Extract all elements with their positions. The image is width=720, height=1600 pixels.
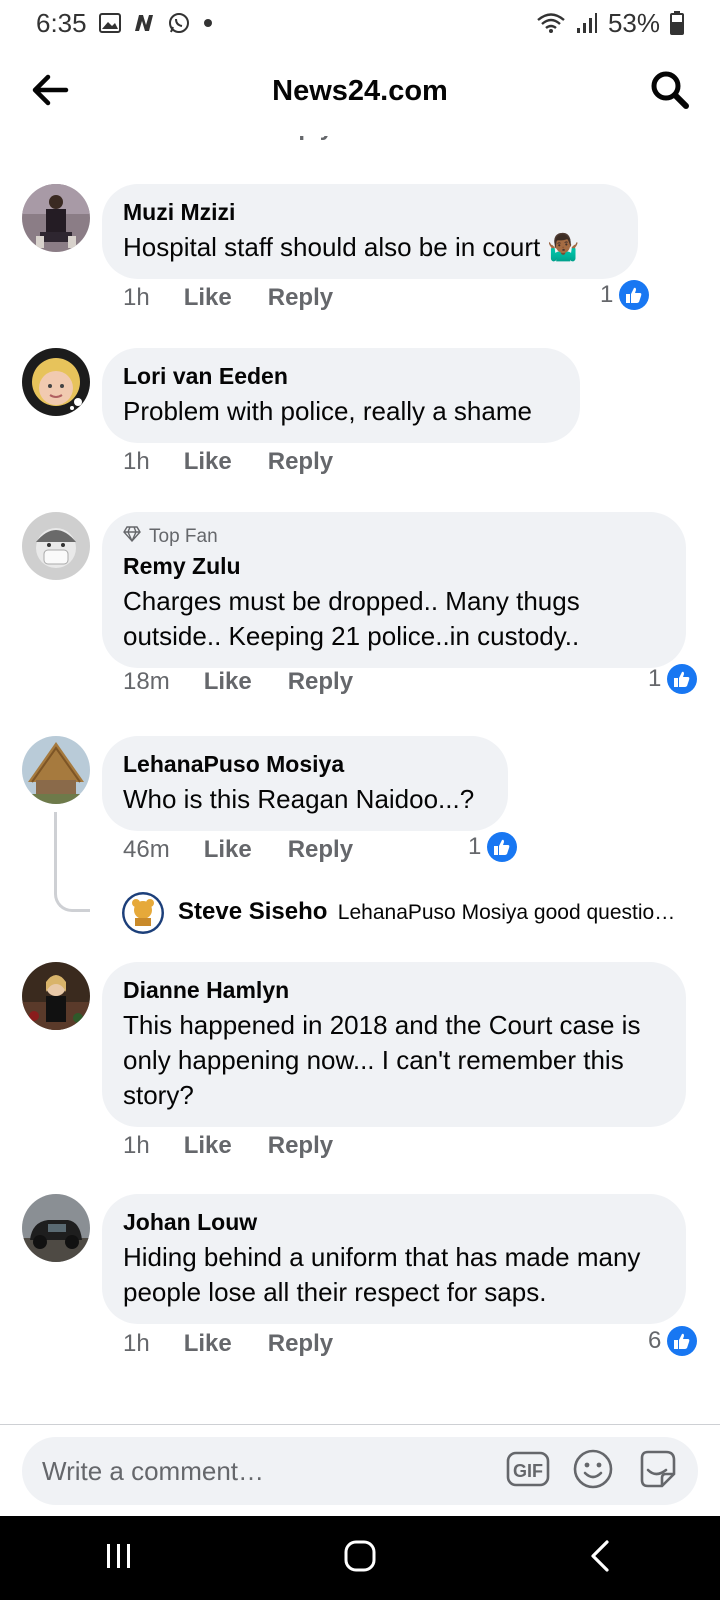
reactions[interactable]: 1 bbox=[468, 832, 518, 862]
page-title: News24.com bbox=[272, 74, 448, 107]
top-fan-badge: Top Fan bbox=[123, 526, 666, 548]
comment-composer-bar: Write a comment… GIF bbox=[0, 1424, 720, 1516]
thumbs-up-icon bbox=[667, 664, 698, 694]
comment-text: Charges must be dropped.. Many thugs out… bbox=[123, 586, 580, 651]
reaction-count: 1 bbox=[648, 665, 662, 692]
reaction-count: 6 bbox=[648, 1327, 662, 1354]
reply-preview[interactable]: Steve Siseho LehanaPuso Mosiya good ques… bbox=[0, 890, 720, 940]
avatar[interactable] bbox=[22, 1194, 90, 1262]
reactions[interactable]: 1 bbox=[648, 664, 698, 694]
gif-icon[interactable]: GIF bbox=[506, 1449, 550, 1494]
system-nav-bar bbox=[0, 1516, 720, 1600]
comment-actions: 46m Like Reply bbox=[123, 836, 389, 864]
comment-text: This happened in 2018 and the Court case… bbox=[123, 1010, 641, 1110]
reaction-count: 1 bbox=[600, 281, 614, 308]
sticker-icon[interactable] bbox=[636, 1448, 678, 1495]
like-action[interactable]: Like bbox=[184, 284, 232, 312]
comment-author[interactable]: Remy Zulu bbox=[123, 552, 666, 580]
app-header: News24.com bbox=[0, 46, 720, 136]
comment-time: 1h bbox=[123, 1132, 150, 1159]
comment-bubble[interactable]: Dianne Hamlyn This happened in 2018 and … bbox=[102, 962, 686, 1127]
avatar[interactable] bbox=[22, 348, 90, 416]
reply-action[interactable]: Reply bbox=[268, 1330, 333, 1358]
reply-text: LehanaPuso Mosiya good questio… bbox=[337, 901, 676, 924]
comment-bubble[interactable]: Top Fan Remy Zulu Charges must be droppe… bbox=[102, 512, 686, 668]
thumbs-up-icon bbox=[487, 832, 518, 862]
like-action[interactable]: Like bbox=[204, 836, 252, 864]
comment-placeholder[interactable]: Write a comment… bbox=[42, 1456, 506, 1487]
comment-text: Who is this Reagan Naidoo...? bbox=[123, 784, 475, 814]
search-icon[interactable] bbox=[648, 68, 692, 112]
comment-time: 18m bbox=[123, 668, 170, 695]
comments-feed[interactable]: 1h Like Reply 2 Muzi Mzizi Hospital staf… bbox=[0, 110, 720, 1424]
reaction-count: 1 bbox=[468, 833, 482, 860]
top-fan-label: Top Fan bbox=[149, 526, 218, 547]
diamond-icon bbox=[123, 526, 141, 548]
like-action[interactable]: Like bbox=[184, 1132, 232, 1160]
battery-icon bbox=[670, 11, 684, 35]
comment-author[interactable]: LehanaPuso Mosiya bbox=[123, 750, 488, 778]
avatar[interactable] bbox=[22, 962, 90, 1030]
notification-dot-icon bbox=[203, 18, 213, 28]
whatsapp-icon bbox=[167, 11, 191, 35]
comment-time: 46m bbox=[123, 836, 170, 863]
comment-time: 1h bbox=[123, 1330, 150, 1357]
comment-time: 1h bbox=[123, 284, 150, 311]
thumbs-up-icon bbox=[619, 280, 650, 310]
like-action[interactable]: Like bbox=[184, 448, 232, 476]
comment-bubble[interactable]: Muzi Mzizi Hospital staff should also be… bbox=[102, 184, 638, 279]
comment-author[interactable]: Johan Louw bbox=[123, 1208, 666, 1236]
comment-actions: 1h Like Reply bbox=[123, 284, 369, 312]
status-bar: 6:35 53% bbox=[0, 0, 720, 46]
comment-author[interactable]: Lori van Eeden bbox=[123, 362, 560, 390]
comment-actions: 1h Like Reply bbox=[123, 1132, 369, 1160]
reactions[interactable]: 6 bbox=[648, 1326, 698, 1356]
home-icon[interactable] bbox=[340, 1536, 380, 1581]
reactions[interactable]: 1 bbox=[600, 280, 650, 310]
comment-bubble[interactable]: Johan Louw Hiding behind a uniform that … bbox=[102, 1194, 686, 1324]
status-time: 6:35 bbox=[36, 7, 87, 38]
emoji-icon[interactable] bbox=[572, 1448, 614, 1495]
signal-icon bbox=[576, 12, 598, 34]
comment-text: Hiding behind a uniform that has made ma… bbox=[123, 1242, 641, 1307]
gallery-icon bbox=[98, 13, 121, 33]
reply-action[interactable]: Reply bbox=[268, 1132, 333, 1160]
avatar[interactable] bbox=[22, 512, 90, 580]
avatar[interactable] bbox=[22, 736, 90, 804]
reply-author[interactable]: Steve Siseho bbox=[178, 898, 327, 925]
reply-action[interactable]: Reply bbox=[288, 668, 353, 696]
comment-actions: 1h Like Reply bbox=[123, 1330, 369, 1358]
reply-action[interactable]: Reply bbox=[268, 284, 333, 312]
comment-time: 1h bbox=[123, 448, 150, 475]
comment-actions: 18m Like Reply bbox=[123, 668, 389, 696]
reply-action[interactable]: Reply bbox=[268, 448, 333, 476]
like-action[interactable]: Like bbox=[184, 1330, 232, 1358]
comment-text: Hospital staff should also be in court 🤷… bbox=[123, 232, 580, 262]
comment-actions: 1h Like Reply bbox=[123, 448, 369, 476]
comment-author[interactable]: Dianne Hamlyn bbox=[123, 976, 666, 1004]
thumbs-up-icon bbox=[667, 1326, 698, 1356]
back-icon[interactable] bbox=[583, 1538, 619, 1579]
svg-text:GIF: GIF bbox=[513, 1461, 543, 1481]
comment-bubble[interactable]: LehanaPuso Mosiya Who is this Reagan Nai… bbox=[102, 736, 508, 831]
comment-text: Problem with police, really a shame bbox=[123, 396, 532, 426]
avatar[interactable] bbox=[122, 892, 164, 934]
comment-bubble[interactable]: Lori van Eeden Problem with police, real… bbox=[102, 348, 580, 443]
avatar[interactable] bbox=[22, 184, 90, 252]
back-arrow-icon[interactable] bbox=[28, 68, 72, 112]
wifi-icon bbox=[536, 12, 566, 34]
news-app-icon bbox=[133, 13, 155, 33]
recent-apps-icon[interactable] bbox=[101, 1538, 137, 1579]
like-action[interactable]: Like bbox=[204, 668, 252, 696]
comment-author[interactable]: Muzi Mzizi bbox=[123, 198, 618, 226]
reply-action[interactable]: Reply bbox=[288, 836, 353, 864]
battery-percent: 53% bbox=[607, 7, 660, 38]
comment-input[interactable]: Write a comment… GIF bbox=[22, 1437, 698, 1505]
